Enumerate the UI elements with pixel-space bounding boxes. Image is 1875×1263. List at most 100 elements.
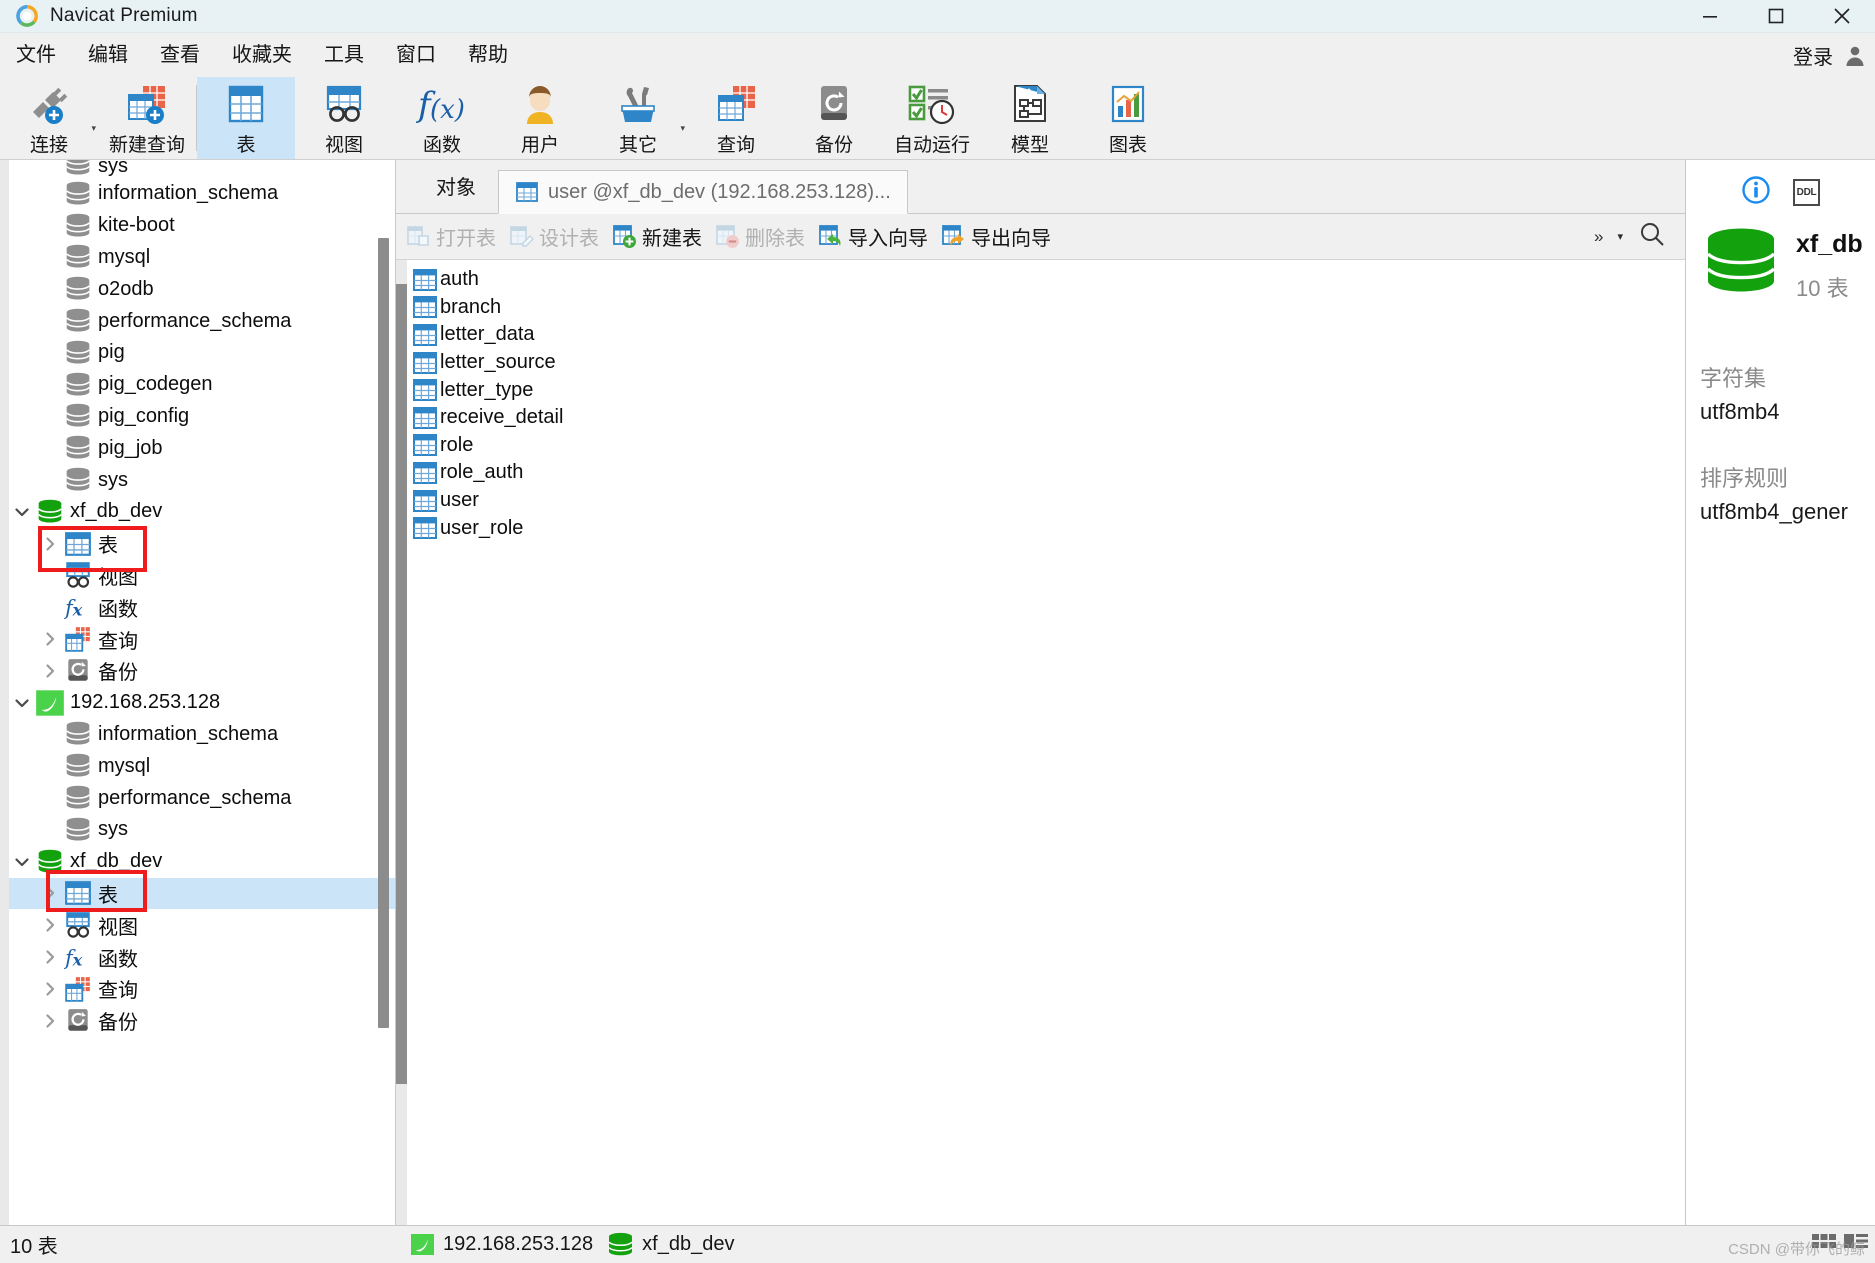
menu-item-help[interactable]: 帮助 <box>452 33 524 77</box>
chevron-down-icon[interactable] <box>9 693 35 713</box>
tree-item-performance-schema[interactable]: performance_schema <box>9 782 395 814</box>
caret-down-icon[interactable]: ▾ <box>91 123 96 134</box>
chevron-right-icon[interactable] <box>37 883 63 903</box>
delete-table-button[interactable]: 删除表 <box>715 222 805 251</box>
minimize-icon[interactable] <box>1677 0 1743 33</box>
toolbar-function[interactable]: f (x) 函数 <box>393 77 491 159</box>
tree-item-sys[interactable]: sys <box>9 160 395 178</box>
toolbar-chart[interactable]: 图表 <box>1079 77 1177 159</box>
tree-item-xf-db-dev[interactable]: xf_db_dev <box>9 846 395 878</box>
tree-item-label: pig <box>98 341 125 364</box>
tree-vertical-scrollbar[interactable] <box>378 238 389 1028</box>
tree-item-pig-codegen[interactable]: pig_codegen <box>9 369 395 401</box>
table-list-item[interactable]: letter_type <box>412 376 1685 404</box>
chevron-right-icon[interactable] <box>37 534 63 554</box>
tree-item-pig-config[interactable]: pig_config <box>9 401 395 433</box>
chevron-right-icon[interactable] <box>37 629 63 649</box>
search-icon[interactable] <box>1637 219 1667 254</box>
object-list-scrollbar[interactable] <box>396 260 407 1225</box>
tree-item-pig[interactable]: pig <box>9 337 395 369</box>
chevron-down-icon[interactable] <box>9 852 35 872</box>
tree-item-information-schema[interactable]: information_schema <box>9 719 395 751</box>
tree-item-sys[interactable]: sys <box>9 464 395 496</box>
export-wizard-button[interactable]: 导出向导 <box>941 222 1051 251</box>
toolbar-view[interactable]: 视图 <box>295 77 393 159</box>
chevron-double-right-icon[interactable]: » <box>1594 228 1603 245</box>
login-area[interactable]: 登录 <box>1783 41 1875 70</box>
table-list-item[interactable]: letter_source <box>412 349 1685 377</box>
menu-item-edit[interactable]: 编辑 <box>72 33 144 77</box>
chevron-right-icon[interactable] <box>37 661 63 681</box>
tab-user-document[interactable]: user @xf_db_dev (192.168.253.128)... <box>498 170 908 214</box>
toolbar-user[interactable]: 用户 <box>491 77 589 159</box>
new-table-button[interactable]: 新建表 <box>612 222 702 251</box>
tree-item--[interactable]: 视图 <box>9 560 395 592</box>
toolbar-automation[interactable]: 自动运行 <box>883 77 981 159</box>
table-list-item-label: letter_source <box>440 351 556 374</box>
info-circle-icon[interactable] <box>1741 175 1771 210</box>
table-list-item[interactable]: receive_detail <box>412 404 1685 432</box>
chevron-right-icon[interactable] <box>37 915 63 935</box>
chevron-right-icon[interactable] <box>37 1011 63 1031</box>
import-wizard-button[interactable]: 导入向导 <box>818 222 928 251</box>
toolbar-model-label: 模型 <box>1010 135 1049 156</box>
tree-item--[interactable]: 表 <box>9 528 395 560</box>
toolbar-table[interactable]: 表 <box>197 77 295 159</box>
tree-item--[interactable]: 备份 <box>9 1005 395 1037</box>
chevron-down-icon[interactable] <box>9 502 35 522</box>
tree-item-xf-db-dev[interactable]: xf_db_dev <box>9 496 395 528</box>
table-list-item[interactable]: letter_data <box>412 321 1685 349</box>
table-list-item[interactable]: role_auth <box>412 459 1685 487</box>
menu-item-window[interactable]: 窗口 <box>380 33 452 77</box>
toolbar-query[interactable]: 查询 <box>687 77 785 159</box>
caret-down-icon[interactable]: ▾ <box>680 123 685 134</box>
table-list-item[interactable]: auth <box>412 266 1685 294</box>
tree-item-o2odb[interactable]: o2odb <box>9 273 395 305</box>
tree-item--[interactable]: f x 函数 <box>9 941 395 973</box>
toolbar-new-query[interactable]: 新建查询 <box>98 77 196 159</box>
open-table-button[interactable]: 打开表 <box>406 222 496 251</box>
menu-item-file[interactable]: 文件 <box>0 33 72 77</box>
tab-objects[interactable]: 对象 <box>414 171 498 213</box>
close-icon[interactable] <box>1809 0 1875 33</box>
tree-item-mysql[interactable]: mysql <box>9 750 395 782</box>
design-table-button[interactable]: 设计表 <box>509 222 599 251</box>
tree-item-mysql[interactable]: mysql <box>9 242 395 274</box>
tree-item--[interactable]: 视图 <box>9 909 395 941</box>
tree-item-performance-schema[interactable]: performance_schema <box>9 305 395 337</box>
tree-item--[interactable]: f x 函数 <box>9 591 395 623</box>
toolbar-other[interactable]: 其它 ▾ <box>589 77 687 159</box>
tree-item--[interactable]: 备份 <box>9 655 395 687</box>
tree-item--[interactable]: 查询 <box>9 973 395 1005</box>
tree-item--[interactable]: 表 <box>9 877 395 910</box>
user-avatar-icon[interactable] <box>1843 43 1867 67</box>
ddl-button[interactable]: DDL <box>1793 178 1820 206</box>
table-list-item[interactable]: role <box>412 432 1685 460</box>
toolbar-model[interactable]: 模型 <box>981 77 1079 159</box>
tree-item-kite-boot[interactable]: kite-boot <box>9 210 395 242</box>
object-list-scroll-thumb[interactable] <box>396 284 407 1084</box>
table-list-item[interactable]: user_role <box>412 514 1685 542</box>
tree-item-pig-job[interactable]: pig_job <box>9 432 395 464</box>
tree-item-sys[interactable]: sys <box>9 814 395 846</box>
db-gray-icon <box>63 720 93 748</box>
info-db-header: xf_db 10 表 <box>1686 212 1875 307</box>
menu-item-view[interactable]: 查看 <box>144 33 216 77</box>
tree-item-192-168-253-128[interactable]: 192.168.253.128 <box>9 687 395 719</box>
maximize-icon[interactable] <box>1743 0 1809 33</box>
menu-item-favorites[interactable]: 收藏夹 <box>216 33 308 77</box>
tree-item-information-schema[interactable]: information_schema <box>9 178 395 210</box>
table-icon <box>412 350 438 376</box>
toolbar-connection[interactable]: 连接 ▾ <box>0 77 98 159</box>
table-list-item[interactable]: user <box>412 487 1685 515</box>
tree-item--[interactable]: 查询 <box>9 623 395 655</box>
db-gray-icon <box>63 275 93 303</box>
menu-item-tools[interactable]: 工具 <box>308 33 380 77</box>
login-label[interactable]: 登录 <box>1783 41 1843 70</box>
caret-down-icon[interactable]: ▾ <box>1617 230 1623 243</box>
toolbar-backup-label: 备份 <box>814 135 853 156</box>
table-list-item[interactable]: branch <box>412 294 1685 322</box>
chevron-right-icon[interactable] <box>37 979 63 999</box>
toolbar-backup[interactable]: 备份 <box>785 77 883 159</box>
chevron-right-icon[interactable] <box>37 947 63 967</box>
